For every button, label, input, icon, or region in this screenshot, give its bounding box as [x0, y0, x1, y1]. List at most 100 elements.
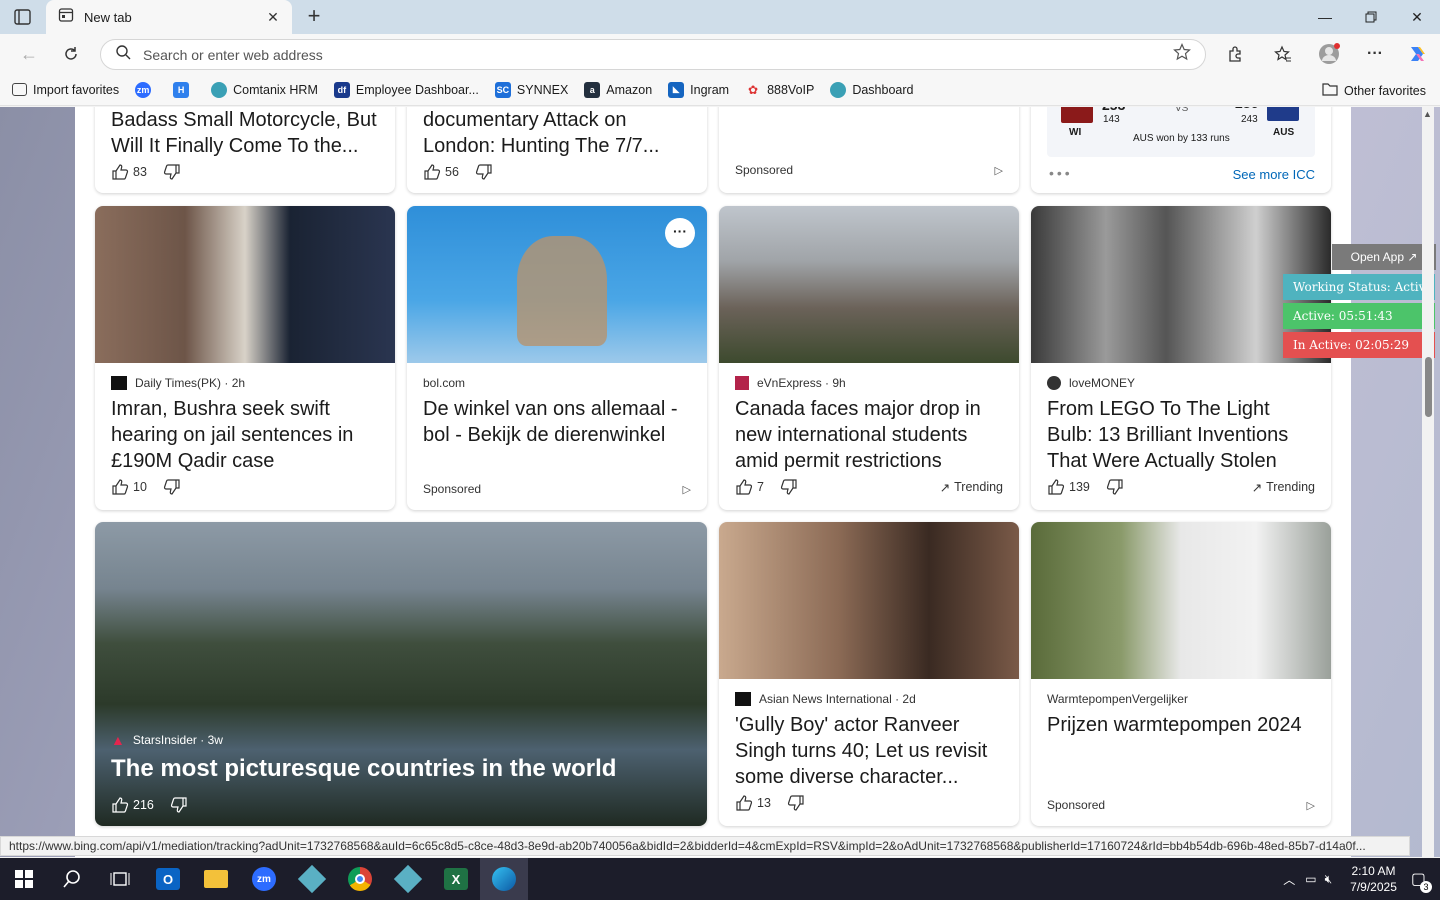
ad-choices-icon[interactable]: ▷ — [995, 164, 1003, 177]
card-headline[interactable]: Canada faces major drop in new internati… — [735, 396, 1003, 474]
file-explorer-icon[interactable] — [192, 858, 240, 900]
network-icon[interactable]: ▭ — [1305, 872, 1316, 886]
card-source: eVnExpress · 9h — [735, 376, 846, 390]
refresh-icon[interactable] — [58, 42, 84, 66]
wi-flag-icon — [1061, 107, 1093, 123]
volume-muted-icon[interactable]: 🔇︎ — [1325, 872, 1333, 887]
ad-choices-icon[interactable]: ▷ — [683, 483, 691, 496]
tab-close-icon[interactable]: ✕ — [264, 9, 282, 26]
news-image — [719, 206, 1019, 363]
excel-icon[interactable]: X — [432, 858, 480, 900]
fav-ingram[interactable]: ◣ Ingram — [668, 81, 729, 98]
extensions-icon[interactable] — [1222, 42, 1248, 66]
restore-icon[interactable] — [1348, 0, 1394, 34]
news-card[interactable]: documentary Attack on London: Hunting Th… — [407, 107, 707, 193]
fav-zoom[interactable]: zm — [135, 81, 157, 98]
tab-title: New tab — [84, 9, 132, 25]
sponsored-card[interactable]: Sponsored ▷ — [719, 107, 1019, 193]
zoom-taskbar-icon[interactable]: zm — [240, 858, 288, 900]
app-taskbar-icon[interactable] — [288, 858, 336, 900]
fav-employee-dashboard[interactable]: df Employee Dashboar... — [333, 81, 479, 98]
favorite-star-icon[interactable] — [1173, 43, 1191, 66]
card-headline[interactable]: Prijzen warmtepompen 2024 — [1047, 712, 1315, 738]
thumbs-up-icon[interactable] — [111, 163, 129, 181]
notifications-icon[interactable]: ▢ 3 — [1411, 869, 1432, 893]
fav-synnex[interactable]: SC SYNNEX — [494, 81, 568, 98]
feed-panel: Badass Small Motorcycle, But Will It Fin… — [75, 107, 1351, 857]
vertical-scrollbar[interactable]: ▲ — [1422, 107, 1434, 857]
open-app-button[interactable]: Open App ↗ — [1332, 244, 1436, 270]
thumbs-down-icon[interactable] — [475, 163, 493, 181]
chevron-up-icon[interactable]: ︿ — [1283, 871, 1295, 888]
see-more-icc-link[interactable]: See more ICC — [1233, 167, 1315, 182]
back-icon[interactable]: ← — [16, 42, 42, 66]
thumbs-down-icon[interactable] — [163, 163, 181, 181]
fav-comtanix-hrm[interactable]: Comtanix HRM — [211, 81, 318, 98]
scrollbar-thumb[interactable] — [1425, 357, 1432, 417]
hero-news-card[interactable]: ▲ StarsInsider · 3w The most picturesque … — [95, 522, 707, 826]
card-headline[interactable]: De winkel van ons allemaal - bol - Bekij… — [423, 396, 691, 448]
hubstaff-icon: H — [173, 81, 190, 98]
fav-dashboard[interactable]: Dashboard — [830, 81, 913, 98]
thumbs-up-icon[interactable] — [735, 794, 753, 812]
close-window-icon[interactable]: ✕ — [1394, 0, 1440, 34]
fav-hubstaff[interactable]: H — [173, 81, 195, 98]
sponsored-card[interactable]: ··· bol.com De winkel van ons allemaal -… — [407, 206, 707, 510]
copilot-icon[interactable] — [1404, 42, 1430, 66]
thumbs-down-icon[interactable] — [780, 478, 798, 496]
news-card[interactable]: loveMONEY From LEGO To The Light Bulb: 1… — [1031, 206, 1331, 510]
profile-avatar[interactable] — [1316, 42, 1342, 66]
minimize-icon[interactable]: — — [1302, 0, 1348, 34]
sponsored-card[interactable]: WarmtepompenVergelijker Prijzen warmtepo… — [1031, 522, 1331, 826]
news-card[interactable]: eVnExpress · 9h Canada faces major drop … — [719, 206, 1019, 510]
tab-new-tab[interactable]: New tab ✕ — [46, 0, 292, 34]
carousel-dots[interactable]: ••• — [1049, 165, 1073, 181]
scroll-up-icon[interactable]: ▲ — [1423, 109, 1432, 119]
ad-image — [1031, 522, 1331, 679]
news-card[interactable]: Asian News International · 2d 'Gully Boy… — [719, 522, 1019, 826]
card-headline[interactable]: 'Gully Boy' actor Ranveer Singh turns 40… — [735, 712, 1003, 790]
thumbs-up-icon[interactable] — [423, 163, 441, 181]
news-card[interactable]: Badass Small Motorcycle, But Will It Fin… — [95, 107, 395, 193]
thumbs-up-icon[interactable] — [111, 796, 129, 814]
news-card[interactable]: Daily Times(PK) · 2h Imran, Bushra seek … — [95, 206, 395, 510]
clock[interactable]: 2:10 AM 7/9/2025 — [1350, 863, 1397, 895]
thumbs-up-icon[interactable] — [111, 478, 129, 496]
search-icon — [115, 44, 131, 65]
thumbs-down-icon[interactable] — [1106, 478, 1124, 496]
new-tab-button[interactable]: + — [302, 5, 326, 29]
other-favorites-button[interactable]: Other favorites — [1322, 82, 1426, 99]
comtanix-icon — [211, 81, 228, 98]
search-taskbar-icon[interactable] — [48, 858, 96, 900]
card-headline[interactable]: The most picturesque countries in the wo… — [111, 754, 691, 784]
fav-888voip[interactable]: ✿ 888VoIP — [745, 82, 814, 98]
thumbs-down-icon[interactable] — [170, 796, 188, 814]
task-view-icon[interactable] — [96, 858, 144, 900]
edge-icon[interactable] — [480, 858, 528, 900]
thumbs-up-icon[interactable] — [1047, 478, 1065, 496]
card-headline[interactable]: Imran, Bushra seek swift hearing on jail… — [111, 396, 379, 474]
address-bar[interactable] — [100, 39, 1206, 70]
chrome-icon[interactable] — [336, 858, 384, 900]
search-input[interactable] — [143, 46, 1173, 63]
outlook-icon[interactable]: O — [144, 858, 192, 900]
more-menu-icon[interactable]: ··· — [1362, 42, 1388, 66]
card-headline[interactable]: documentary Attack on London: Hunting Th… — [423, 107, 691, 159]
ad-choices-icon[interactable]: ▷ — [1307, 799, 1315, 812]
thumbs-down-icon[interactable] — [163, 478, 181, 496]
favorites-icon[interactable] — [1270, 42, 1296, 66]
card-headline[interactable]: From LEGO To The Light Bulb: 13 Brillian… — [1047, 396, 1315, 474]
cricket-scoreboard: WI 253 143 VS 286 243 AUS AUS won by 133… — [1047, 107, 1315, 157]
app-taskbar-icon[interactable] — [384, 858, 432, 900]
dashboard-icon — [830, 81, 847, 98]
thumbs-down-icon[interactable] — [787, 794, 805, 812]
tab-actions-icon[interactable] — [12, 7, 34, 27]
cricket-score-card[interactable]: WI 253 143 VS 286 243 AUS AUS won by 133… — [1031, 107, 1331, 193]
card-actions: Sponsored ▷ — [1047, 798, 1315, 812]
fav-import-favorites[interactable]: Import favorites — [12, 83, 119, 97]
more-options-icon[interactable]: ··· — [665, 218, 695, 248]
thumbs-up-icon[interactable] — [735, 478, 753, 496]
card-headline[interactable]: Badass Small Motorcycle, But Will It Fin… — [111, 107, 379, 159]
start-button[interactable] — [0, 858, 48, 900]
fav-amazon[interactable]: a Amazon — [584, 81, 652, 98]
